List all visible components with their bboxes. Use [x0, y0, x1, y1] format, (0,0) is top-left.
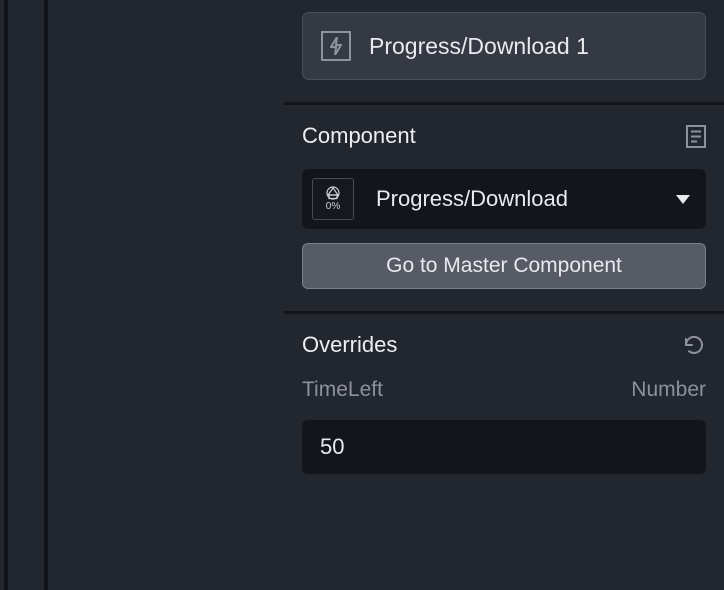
component-section: Component 0% Progress/Download Go to	[284, 102, 724, 311]
override-row: TimeLeft Number	[302, 378, 706, 402]
reset-icon[interactable]	[682, 333, 706, 357]
overrides-section-header: Overrides	[302, 332, 706, 358]
component-section-header: Component	[302, 123, 706, 149]
tree-indent-rail-2	[44, 0, 48, 590]
notes-icon[interactable]	[686, 125, 706, 148]
override-name: TimeLeft	[302, 378, 383, 402]
component-select[interactable]: 0% Progress/Download	[302, 169, 706, 229]
component-select-label: Progress/Download	[376, 186, 654, 212]
instance-section: Progress/Download 1	[284, 0, 724, 102]
go-to-master-button-label: Go to Master Component	[386, 254, 622, 278]
chevron-down-icon	[676, 195, 690, 204]
instance-label: Progress/Download 1	[369, 33, 589, 60]
override-value-field[interactable]	[302, 420, 706, 474]
inspector-panel: Progress/Download 1 Component 0% P	[284, 0, 724, 590]
override-type: Number	[631, 378, 706, 402]
tree-indent-rail-1	[4, 0, 8, 590]
overrides-section-title: Overrides	[302, 332, 397, 358]
go-to-master-button[interactable]: Go to Master Component	[302, 243, 706, 289]
overrides-section: Overrides TimeLeft Number	[284, 311, 724, 496]
instance-pill[interactable]: Progress/Download 1	[302, 12, 706, 80]
component-section-title: Component	[302, 123, 416, 149]
component-thumbnail-icon: 0%	[312, 178, 354, 220]
override-value-input[interactable]	[318, 433, 690, 461]
bolt-icon	[321, 31, 351, 61]
component-thumbnail-percent: 0%	[326, 202, 340, 212]
